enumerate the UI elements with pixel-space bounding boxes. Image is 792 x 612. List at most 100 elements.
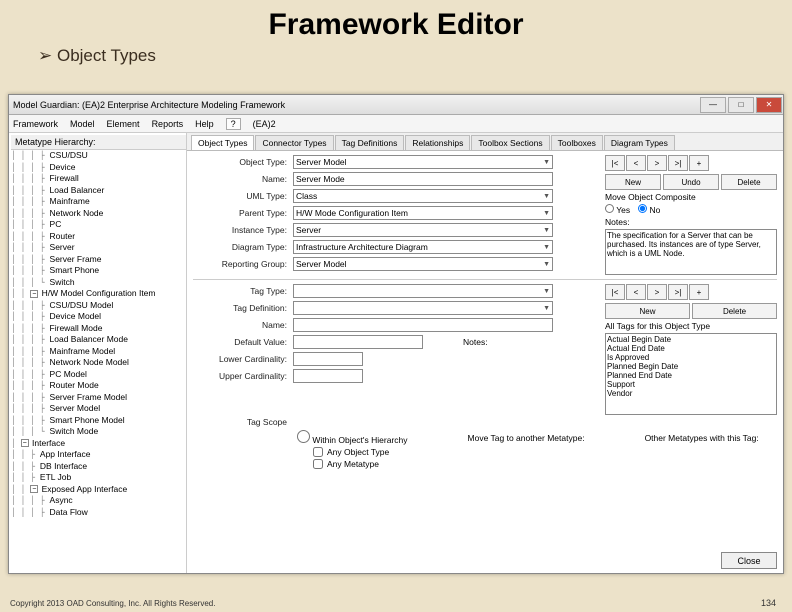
tag-nav-buttons: |< < > >| + — [605, 284, 777, 300]
object-type-combo[interactable]: Server Model▼ — [293, 155, 553, 169]
brand-label: (EA)2 — [253, 119, 276, 129]
notes-header: Notes: — [605, 217, 777, 227]
tag-type-combo[interactable]: ▼ — [293, 284, 553, 298]
slide-title: Framework Editor — [0, 0, 792, 46]
tree-panel[interactable]: Metatype Hierarchy: │ │ │ ├ CSU/DSU │ │ … — [9, 133, 187, 573]
move-tag-label: Move Tag to another Metatype: — [468, 433, 585, 443]
any-metatype-label: Any Metatype — [327, 459, 379, 469]
reporting-group-label: Reporting Group: — [193, 259, 293, 269]
tab-relationships[interactable]: Relationships — [405, 135, 470, 150]
uml-type-combo[interactable]: Class▼ — [293, 189, 553, 203]
parent-type-combo[interactable]: H/W Mode Configuration Item▼ — [293, 206, 553, 220]
chevron-down-icon: ▼ — [543, 210, 550, 217]
lower-cardinality-input[interactable] — [293, 352, 363, 366]
within-hierarchy-radio[interactable]: Within Object's Hierarchy — [297, 430, 408, 445]
nav-buttons: |< < > >| + — [605, 155, 777, 171]
new-button[interactable]: New — [605, 174, 661, 190]
nav-first-button[interactable]: |< — [605, 155, 625, 171]
tag-scope-label: Tag Scope — [193, 417, 293, 427]
default-value-input[interactable] — [293, 335, 423, 349]
menu-reports[interactable]: Reports — [152, 119, 184, 129]
chevron-down-icon: ▼ — [543, 244, 550, 251]
tag-nav-prev-button[interactable]: < — [626, 284, 646, 300]
object-type-label: Object Type: — [193, 157, 293, 167]
all-tags-label: All Tags for this Object Type — [605, 321, 777, 331]
diagram-type-label: Diagram Type: — [193, 242, 293, 252]
uml-type-label: UML Type: — [193, 191, 293, 201]
nav-prev-button[interactable]: < — [626, 155, 646, 171]
any-object-type-label: Any Object Type — [327, 447, 389, 457]
chevron-down-icon: ▼ — [543, 288, 550, 295]
tag-type-label: Tag Type: — [193, 286, 293, 296]
page-number: 134 — [761, 598, 776, 608]
tab-object-types[interactable]: Object Types — [191, 135, 254, 150]
upper-cardinality-label: Upper Cardinality: — [193, 371, 293, 381]
tag-nav-last-button[interactable]: >| — [668, 284, 688, 300]
tag-definition-combo[interactable]: ▼ — [293, 301, 553, 315]
tab-diagram-types[interactable]: Diagram Types — [604, 135, 675, 150]
help-button[interactable]: ? — [226, 118, 241, 130]
name-label: Name: — [193, 174, 293, 184]
chevron-down-icon: ▼ — [543, 305, 550, 312]
delete-button[interactable]: Delete — [721, 174, 777, 190]
tag-new-button[interactable]: New — [605, 303, 690, 319]
lower-cardinality-label: Lower Cardinality: — [193, 354, 293, 364]
slide-bullet: ➢ Object Types — [0, 46, 792, 66]
main-tabs: Object Types Connector Types Tag Definit… — [187, 133, 783, 151]
any-object-type-check[interactable] — [313, 447, 323, 457]
tab-tag-definitions[interactable]: Tag Definitions — [335, 135, 405, 150]
tag-definition-label: Tag Definition: — [193, 303, 293, 313]
menubar: Framework Model Element Reports Help ? (… — [9, 115, 783, 133]
tag-nav-next-button[interactable]: > — [647, 284, 667, 300]
tree-collapse-icon[interactable]: − — [30, 290, 38, 298]
window-title: Model Guardian: (EA)2 Enterprise Archite… — [13, 100, 285, 110]
any-metatype-check[interactable] — [313, 459, 323, 469]
copyright: Copyright 2013 OAD Consulting, Inc. All … — [10, 599, 215, 608]
tag-name-input[interactable] — [293, 318, 553, 332]
default-value-label: Default Value: — [193, 337, 293, 347]
chevron-down-icon: ▼ — [543, 193, 550, 200]
tag-nav-first-button[interactable]: |< — [605, 284, 625, 300]
menu-help[interactable]: Help — [195, 119, 214, 129]
upper-cardinality-input[interactable] — [293, 369, 363, 383]
tab-connector-types[interactable]: Connector Types — [255, 135, 333, 150]
tag-nav-add-button[interactable]: + — [689, 284, 709, 300]
close-button[interactable]: Close — [721, 552, 777, 569]
form-area: Object Type: Server Model▼ Name: UML Typ… — [187, 151, 783, 573]
minimize-button[interactable]: — — [700, 97, 726, 113]
nav-last-button[interactable]: >| — [668, 155, 688, 171]
diagram-type-combo[interactable]: Infrastructure Architecture Diagram▼ — [293, 240, 553, 254]
maximize-button[interactable]: □ — [728, 97, 754, 113]
chevron-down-icon: ▼ — [543, 227, 550, 234]
nav-add-button[interactable]: + — [689, 155, 709, 171]
tree: │ │ │ ├ CSU/DSU │ │ │ ├ Device │ │ │ ├ F… — [11, 150, 186, 518]
parent-type-label: Parent Type: — [193, 208, 293, 218]
menu-framework[interactable]: Framework — [13, 119, 58, 129]
notes2-label: Notes: — [463, 337, 488, 347]
chevron-down-icon: ▼ — [543, 261, 550, 268]
app-window: Model Guardian: (EA)2 Enterprise Archite… — [8, 94, 784, 574]
radio-yes[interactable]: Yes — [605, 204, 630, 215]
name-input[interactable] — [293, 172, 553, 186]
titlebar: Model Guardian: (EA)2 Enterprise Archite… — [9, 95, 783, 115]
close-window-button[interactable]: ✕ — [756, 97, 782, 113]
tab-toolboxes[interactable]: Toolboxes — [551, 135, 603, 150]
tab-toolbox-sections[interactable]: Toolbox Sections — [471, 135, 549, 150]
all-tags-listbox[interactable]: Actual Begin Date Actual End Date Is App… — [605, 333, 777, 415]
menu-element[interactable]: Element — [107, 119, 140, 129]
instance-type-label: Instance Type: — [193, 225, 293, 235]
reporting-group-combo[interactable]: Server Model▼ — [293, 257, 553, 271]
tree-collapse-icon[interactable]: − — [21, 439, 29, 447]
other-metatypes-label: Other Metatypes with this Tag: — [645, 433, 759, 443]
tag-delete-button[interactable]: Delete — [692, 303, 777, 319]
move-composite-label: Move Object Composite — [605, 192, 777, 202]
menu-model[interactable]: Model — [70, 119, 95, 129]
notes-textarea[interactable]: The specification for a Server that can … — [605, 229, 777, 275]
instance-type-combo[interactable]: Server▼ — [293, 223, 553, 237]
radio-no[interactable]: No — [638, 204, 660, 215]
undo-button[interactable]: Undo — [663, 174, 719, 190]
nav-next-button[interactable]: > — [647, 155, 667, 171]
tag-name-label: Name: — [193, 320, 293, 330]
chevron-down-icon: ▼ — [543, 159, 550, 166]
tree-collapse-icon[interactable]: − — [30, 485, 38, 493]
